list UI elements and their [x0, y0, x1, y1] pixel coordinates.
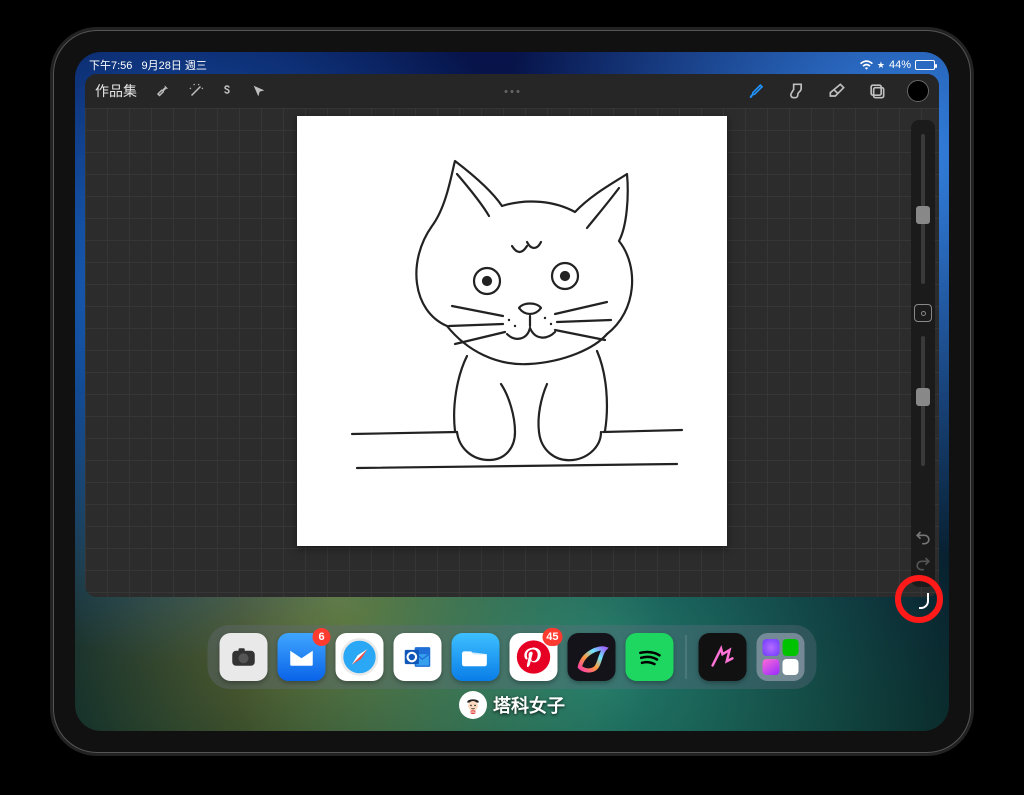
transform-arrow-icon[interactable] [251, 82, 269, 100]
redo-icon[interactable] [913, 553, 933, 573]
battery-percent: 44% [889, 59, 911, 71]
ipad-dock: 6 45 [208, 625, 817, 689]
eraser-tool-icon[interactable] [827, 81, 847, 101]
adjustments-wand-icon[interactable] [187, 82, 205, 100]
mail-badge: 6 [313, 628, 331, 646]
svg-text:3C: 3C [471, 710, 476, 714]
canvas-area[interactable] [85, 108, 939, 597]
annotation-highlight-circle [895, 575, 943, 623]
layers-icon[interactable] [867, 81, 887, 101]
procreate-app-window: 作品集 [85, 74, 939, 597]
status-bar: 下午7:56 9月28日 週三 ★ 44% [89, 56, 935, 74]
artwork-canvas[interactable] [297, 116, 727, 546]
modify-button[interactable] [914, 304, 932, 322]
dock-separator [686, 635, 687, 679]
dock-recent-app[interactable] [699, 633, 747, 681]
dock-spotify-app[interactable] [626, 633, 674, 681]
smudge-tool-icon[interactable] [787, 81, 807, 101]
watermark-avatar-icon: 3C [459, 691, 487, 719]
brush-size-slider[interactable] [921, 134, 925, 284]
watermark: 3C 塔科女子 [459, 691, 565, 719]
brush-opacity-slider[interactable] [921, 336, 925, 466]
dock-camera-app[interactable] [220, 633, 268, 681]
actions-wrench-icon[interactable] [155, 82, 173, 100]
status-time: 下午7:56 [89, 60, 132, 72]
color-picker-swatch[interactable] [907, 80, 929, 102]
right-side-panel [911, 120, 935, 587]
dock-mail-app[interactable]: 6 [278, 633, 326, 681]
watermark-text: 塔科女子 [493, 692, 565, 718]
dock-safari-app[interactable] [336, 633, 384, 681]
brush-tool-icon[interactable] [747, 81, 767, 101]
star-icon: ★ [877, 60, 885, 71]
dock-app-folder[interactable] [757, 633, 805, 681]
ipad-screen: 下午7:56 9月28日 週三 ★ 44% 作品集 [75, 52, 949, 731]
wifi-icon [860, 60, 873, 71]
top-toolbar: 作品集 [85, 74, 939, 108]
pinterest-badge: 45 [542, 628, 562, 646]
dock-outlook-app[interactable] [394, 633, 442, 681]
gallery-button[interactable]: 作品集 [91, 81, 141, 101]
multitask-dots[interactable] [505, 90, 520, 93]
dock-pinterest-app[interactable]: 45 [510, 633, 558, 681]
dock-files-app[interactable] [452, 633, 500, 681]
status-date: 9月28日 週三 [141, 60, 206, 72]
ipad-device-frame: 下午7:56 9月28日 週三 ★ 44% 作品集 [53, 30, 971, 753]
undo-icon[interactable] [913, 527, 933, 547]
dock-procreate-app[interactable] [568, 633, 616, 681]
battery-icon [915, 60, 935, 70]
selection-s-icon[interactable] [219, 82, 237, 100]
